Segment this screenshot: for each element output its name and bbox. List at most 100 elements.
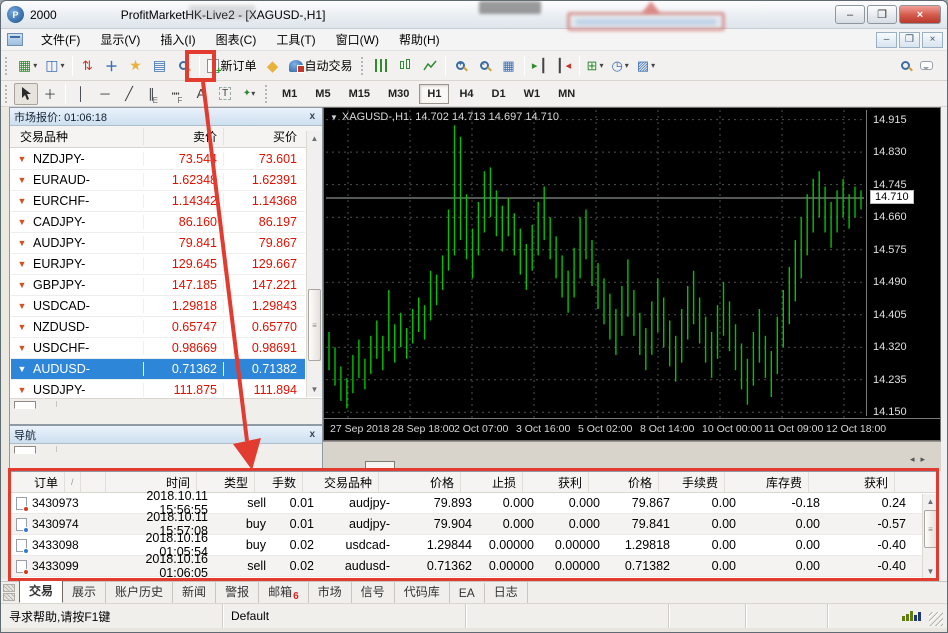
- status-profile[interactable]: Default: [223, 604, 466, 628]
- line-chart-button[interactable]: [418, 54, 442, 78]
- chart-window[interactable]: ▼ XAGUSD-,H1. 14.702 14.713 14.697 14.71…: [323, 107, 941, 441]
- tab-scroll-arrows[interactable]: ◂▸: [900, 454, 941, 471]
- market-watch-row[interactable]: ▼ AUDUSD- 0.71362 0.71382: [11, 359, 305, 380]
- terminal-toggle-button[interactable]: ▤: [148, 54, 172, 78]
- restore-button[interactable]: ❐: [867, 5, 897, 24]
- crosshair-tool[interactable]: ＋: [38, 83, 62, 105]
- price-axis[interactable]: 14.915 14.830 14.745 14.660 14.575 14.490 14.4…: [866, 110, 940, 418]
- timeframe-button[interactable]: M1: [274, 84, 305, 104]
- market-watch-scrollbar[interactable]: ▲ ≡ ▼: [306, 131, 322, 397]
- menu-item[interactable]: 图表(C): [206, 31, 267, 49]
- column-symbol[interactable]: 交易品种: [303, 472, 379, 492]
- column-symbol[interactable]: 交易品种: [10, 128, 143, 145]
- periods-button[interactable]: ◷ ▾: [607, 54, 632, 78]
- panel-tab[interactable]: [36, 446, 57, 452]
- channel-tool[interactable]: ∥ E: [141, 83, 165, 105]
- trade-row[interactable]: 3433099 2018.10.16 01:06:05 sell 0.02 au…: [10, 552, 938, 580]
- search-icon[interactable]: [901, 61, 910, 70]
- terminal-tab[interactable]: 账户历史: [106, 580, 174, 603]
- mdi-restore-button[interactable]: ❐: [899, 31, 920, 48]
- timeframe-button[interactable]: D1: [484, 84, 514, 104]
- timeframe-button[interactable]: H1: [419, 83, 450, 104]
- vertical-line-tool[interactable]: │: [69, 83, 93, 105]
- menu-item[interactable]: 窗口(W): [326, 31, 389, 49]
- horizontal-line-tool[interactable]: ─: [93, 83, 117, 105]
- minimize-button[interactable]: –: [835, 5, 865, 24]
- timeframe-button[interactable]: M15: [341, 84, 378, 104]
- scroll-thumb[interactable]: ≡: [924, 510, 937, 548]
- terminal-tab[interactable]: 展示: [63, 580, 107, 603]
- tile-windows-button[interactable]: ▦: [497, 54, 521, 78]
- bar-chart-button[interactable]: [370, 54, 394, 78]
- zoom-in-button[interactable]: +: [449, 54, 473, 78]
- market-watch-row[interactable]: ▼ NZDJPY- 73.544 73.601: [11, 149, 305, 170]
- menu-item[interactable]: 文件(F): [31, 31, 90, 49]
- column-current-price[interactable]: 价格: [589, 472, 659, 492]
- chat-icon[interactable]: [920, 61, 933, 70]
- timeframe-button[interactable]: W1: [516, 84, 549, 104]
- indicators-button[interactable]: ⊞ ▾: [583, 54, 608, 78]
- toolbar-grip[interactable]: [5, 56, 10, 75]
- terminal-tab[interactable]: 代码库: [395, 580, 450, 603]
- panel-grip-icon[interactable]: [3, 584, 15, 601]
- trendline-tool[interactable]: ╱: [117, 83, 141, 105]
- auto-scroll-button[interactable]: ▸ ┃: [528, 54, 552, 78]
- column-swap[interactable]: 库存费: [725, 472, 809, 492]
- market-watch-row[interactable]: ▼ EURAUD- 1.62348 1.62391: [11, 170, 305, 191]
- market-watch-row[interactable]: ▼ USDJPY- 111.875 111.894: [11, 380, 305, 397]
- market-watch-row[interactable]: ▼ USDCHF- 0.98669 0.98691: [11, 338, 305, 359]
- terminal-tab[interactable]: 警报: [216, 580, 260, 603]
- terminal-tab[interactable]: 日志: [485, 580, 528, 603]
- menu-item[interactable]: 工具(T): [266, 31, 325, 49]
- close-button[interactable]: ×: [899, 5, 941, 24]
- navigator-toggle-button[interactable]: ★: [124, 54, 148, 78]
- scroll-down-icon[interactable]: ▼: [307, 382, 322, 397]
- autotrading-button[interactable]: 自动交易: [285, 54, 357, 78]
- data-window-toggle-button[interactable]: ＋: [100, 54, 124, 78]
- market-watch-row[interactable]: ▼ USDCAD- 1.29818 1.29843: [11, 296, 305, 317]
- menu-item[interactable]: 显示(V): [90, 31, 150, 49]
- text-label-tool[interactable]: T: [213, 83, 237, 105]
- market-watch-row[interactable]: ▼ NZDUSD- 0.65747 0.65770: [11, 317, 305, 338]
- market-watch-row[interactable]: ▼ AUDJPY- 79.841 79.867: [11, 233, 305, 254]
- column-profit[interactable]: 获利: [809, 472, 895, 492]
- mdi-close-button[interactable]: ×: [922, 31, 943, 48]
- terminal-tab[interactable]: 交易: [19, 578, 64, 603]
- timeframe-button[interactable]: MN: [550, 84, 583, 104]
- terminal-tab[interactable]: 信号: [352, 580, 395, 603]
- timeframe-button[interactable]: M5: [307, 84, 338, 104]
- column-lots[interactable]: 手数: [255, 472, 303, 492]
- mdi-minimize-button[interactable]: –: [876, 31, 897, 48]
- text-tool[interactable]: A: [189, 83, 213, 105]
- price-chart[interactable]: [326, 110, 864, 420]
- resize-grip[interactable]: [929, 612, 943, 626]
- terminal-scrollbar[interactable]: ▲ ≡ ▼: [922, 494, 938, 579]
- cursor-tool[interactable]: [14, 82, 38, 105]
- market-watch-row[interactable]: ▼ EURJPY- 129.645 129.667: [11, 254, 305, 275]
- profiles-button[interactable]: ◫ ▾: [41, 54, 68, 78]
- column-order[interactable]: 订单 /: [32, 472, 106, 492]
- terminal-tab[interactable]: EA: [450, 583, 485, 603]
- market-watch-toggle-button[interactable]: ⇅: [76, 54, 100, 78]
- terminal-tab[interactable]: 新闻: [173, 580, 217, 603]
- new-chart-button[interactable]: ▦ ▾: [14, 54, 41, 78]
- market-watch-close-icon[interactable]: x: [306, 111, 318, 122]
- navigator-close-icon[interactable]: x: [306, 429, 318, 440]
- strategy-tester-button[interactable]: [172, 54, 196, 78]
- timeframe-button[interactable]: H4: [451, 84, 481, 104]
- chart-menu-icon[interactable]: ▼: [330, 113, 338, 122]
- chart-tab[interactable]: [365, 461, 395, 471]
- arrows-tool[interactable]: ✦ ▾: [237, 83, 261, 105]
- new-order-button[interactable]: + 新订单: [203, 54, 261, 78]
- market-watch-row[interactable]: ▼ CADJPY- 86.160 86.197: [11, 212, 305, 233]
- fibonacci-tool[interactable]: ┉ F: [165, 83, 189, 105]
- scroll-thumb[interactable]: ≡: [308, 289, 321, 361]
- timeframe-button[interactable]: M30: [380, 84, 417, 104]
- toolbar-grip[interactable]: [5, 84, 10, 103]
- column-ask[interactable]: 买价: [223, 128, 305, 145]
- market-watch-row[interactable]: ▼ GBPJPY- 147.185 147.221: [11, 275, 305, 296]
- menu-item[interactable]: 帮助(H): [389, 31, 450, 49]
- column-commission[interactable]: 手续费: [659, 472, 725, 492]
- zoom-out-button[interactable]: -: [473, 54, 497, 78]
- panel-tab[interactable]: [14, 401, 36, 409]
